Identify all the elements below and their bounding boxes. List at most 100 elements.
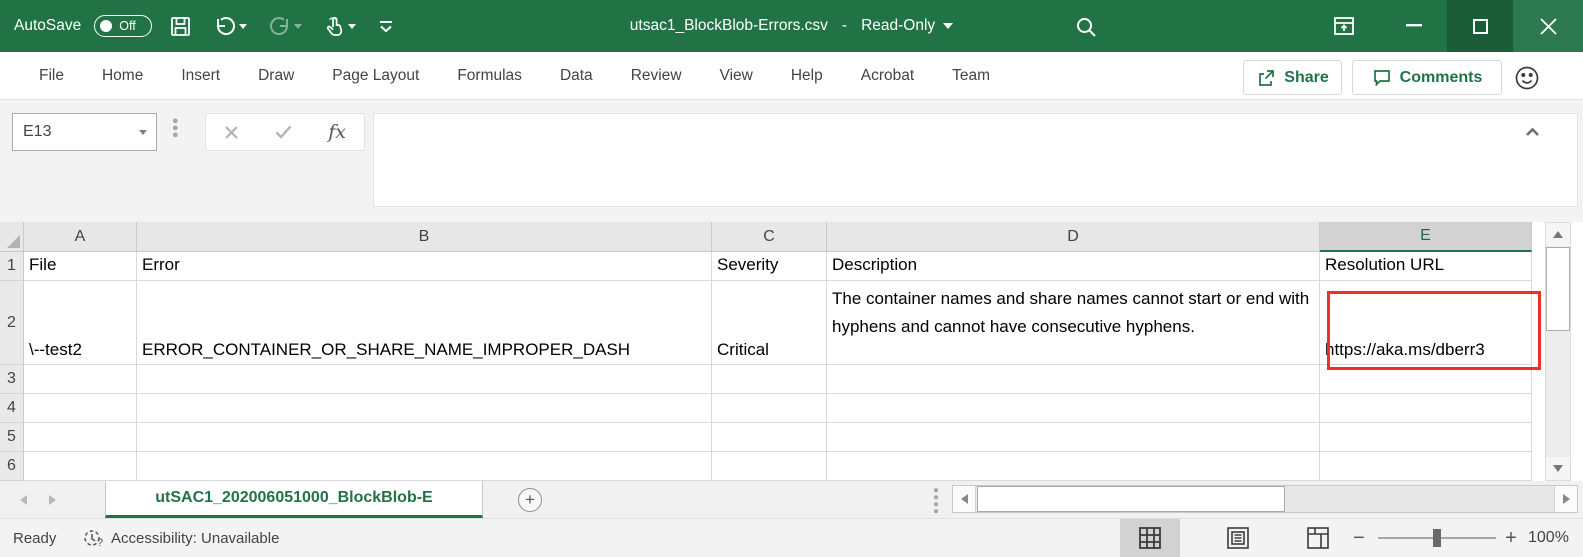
tab-formulas[interactable]: Formulas xyxy=(438,52,541,100)
tab-page-layout[interactable]: Page Layout xyxy=(313,52,438,100)
name-box-dropdown[interactable] xyxy=(130,130,156,135)
zoom-slider[interactable] xyxy=(1378,537,1496,539)
cell-d2[interactable]: The container names and share names cann… xyxy=(827,281,1320,365)
normal-view-button[interactable] xyxy=(1120,519,1180,557)
row-header-4[interactable]: 4 xyxy=(0,394,24,423)
cell-a1[interactable]: File xyxy=(24,252,137,281)
comments-button[interactable]: Comments xyxy=(1352,60,1502,95)
autosave-toggle[interactable]: Off xyxy=(94,15,152,37)
tab-team[interactable]: Team xyxy=(933,52,1009,100)
cell-c3[interactable] xyxy=(712,365,827,394)
cell-b1[interactable]: Error xyxy=(137,252,712,281)
zoom-slider-thumb[interactable] xyxy=(1433,529,1441,547)
column-header-c[interactable]: C xyxy=(712,222,827,252)
cancel-icon[interactable] xyxy=(224,125,239,140)
tab-draw[interactable]: Draw xyxy=(239,52,313,100)
zoom-out-button[interactable]: − xyxy=(1344,519,1374,557)
scroll-left-button[interactable] xyxy=(953,486,976,512)
row-header-1[interactable]: 1 xyxy=(0,252,24,281)
row-header-6[interactable]: 6 xyxy=(0,452,24,481)
tab-data[interactable]: Data xyxy=(541,52,612,100)
cell-e1[interactable]: Resolution URL xyxy=(1320,252,1532,281)
zoom-in-button[interactable]: + xyxy=(1498,519,1524,557)
page-break-preview-button[interactable] xyxy=(1288,519,1348,557)
cell-e3[interactable] xyxy=(1320,365,1532,394)
new-sheet-button[interactable]: + xyxy=(518,488,542,512)
select-all-button[interactable] xyxy=(0,222,24,252)
zoom-level[interactable]: 100% xyxy=(1528,519,1569,557)
cell-c4[interactable] xyxy=(712,394,827,423)
scroll-down-button[interactable] xyxy=(1546,457,1570,480)
page-layout-view-button[interactable] xyxy=(1208,519,1268,557)
tab-acrobat[interactable]: Acrobat xyxy=(842,52,933,100)
save-button[interactable] xyxy=(165,11,196,42)
cell-a5[interactable] xyxy=(24,423,137,452)
cell-d1[interactable]: Description xyxy=(827,252,1320,281)
cell-a2[interactable]: \--test2 xyxy=(24,281,137,365)
cell-d6[interactable] xyxy=(827,452,1320,481)
undo-dropdown-caret[interactable] xyxy=(239,24,247,29)
read-only-dropdown[interactable]: Read-Only xyxy=(861,17,953,35)
cell-c5[interactable] xyxy=(712,423,827,452)
cell-b3[interactable] xyxy=(137,365,712,394)
horizontal-scrollbar[interactable] xyxy=(952,485,1578,513)
touch-dropdown-caret[interactable] xyxy=(348,24,356,29)
maximize-button[interactable] xyxy=(1447,0,1513,52)
sheet-tab-active[interactable]: utSAC1_202006051000_BlockBlob-E xyxy=(105,481,483,518)
cell-c2[interactable]: Critical xyxy=(712,281,827,365)
cell-c6[interactable] xyxy=(712,452,827,481)
scroll-right-button[interactable] xyxy=(1554,486,1577,512)
accessibility-status[interactable]: ? Accessibility: Unavailable xyxy=(82,519,279,557)
cell-b4[interactable] xyxy=(137,394,712,423)
undo-button[interactable] xyxy=(209,10,251,42)
horizontal-scrollbar-thumb[interactable] xyxy=(977,486,1285,512)
tab-home[interactable]: Home xyxy=(83,52,162,100)
cell-b2[interactable]: ERROR_CONTAINER_OR_SHARE_NAME_IMPROPER_D… xyxy=(137,281,712,365)
cell-e2[interactable]: https://aka.ms/dberr3 xyxy=(1320,281,1532,365)
formula-input[interactable] xyxy=(373,113,1578,207)
search-button[interactable] xyxy=(1072,13,1100,41)
redo-button[interactable] xyxy=(264,10,306,42)
minimize-button[interactable] xyxy=(1388,0,1440,52)
feedback-button[interactable] xyxy=(1514,65,1540,96)
column-header-a[interactable]: A xyxy=(24,222,137,252)
row-header-3[interactable]: 3 xyxy=(0,365,24,394)
tab-file[interactable]: File xyxy=(20,52,83,100)
cell-e4[interactable] xyxy=(1320,394,1532,423)
formula-bar-grip[interactable]: ●●● xyxy=(172,118,179,139)
row-header-2[interactable]: 2 xyxy=(0,281,24,365)
next-sheet-button[interactable] xyxy=(49,495,56,505)
tab-help[interactable]: Help xyxy=(772,52,842,100)
touch-mode-button[interactable] xyxy=(319,11,360,42)
cell-b6[interactable] xyxy=(137,452,712,481)
share-button[interactable]: Share xyxy=(1243,60,1342,95)
cell-d4[interactable] xyxy=(827,394,1320,423)
tab-review[interactable]: Review xyxy=(612,52,701,100)
cell-b5[interactable] xyxy=(137,423,712,452)
tab-view[interactable]: View xyxy=(701,52,772,100)
cell-e6[interactable] xyxy=(1320,452,1532,481)
cell-a3[interactable] xyxy=(24,365,137,394)
close-button[interactable] xyxy=(1513,0,1583,52)
cell-d5[interactable] xyxy=(827,423,1320,452)
tab-insert[interactable]: Insert xyxy=(162,52,239,100)
row-header-5[interactable]: 5 xyxy=(0,423,24,452)
column-header-b[interactable]: B xyxy=(137,222,712,252)
collapse-formula-bar-button[interactable] xyxy=(1520,122,1544,142)
cell-a4[interactable] xyxy=(24,394,137,423)
name-box[interactable]: E13 xyxy=(12,113,157,151)
insert-function-button[interactable]: fx xyxy=(328,121,346,143)
redo-dropdown-caret[interactable] xyxy=(294,24,302,29)
customize-quick-access-button[interactable] xyxy=(373,14,399,38)
vertical-scrollbar-thumb[interactable] xyxy=(1546,247,1570,331)
scroll-up-button[interactable] xyxy=(1546,223,1570,246)
vertical-scrollbar[interactable] xyxy=(1545,222,1571,481)
previous-sheet-button[interactable] xyxy=(20,495,27,505)
cell-d3[interactable] xyxy=(827,365,1320,394)
ribbon-display-options-button[interactable] xyxy=(1318,0,1370,52)
column-header-e-selected[interactable]: E xyxy=(1320,222,1532,252)
cell-c1[interactable]: Severity xyxy=(712,252,827,281)
cell-a6[interactable] xyxy=(24,452,137,481)
cell-e5[interactable] xyxy=(1320,423,1532,452)
tabbar-splitter-grip[interactable]: ●●●● xyxy=(933,487,939,515)
